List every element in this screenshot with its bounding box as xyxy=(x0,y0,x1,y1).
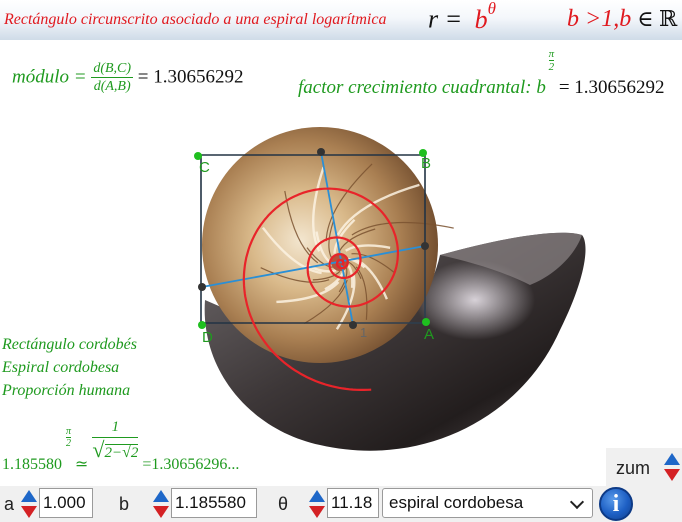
ratio-approx: ≃ xyxy=(75,456,89,473)
ratio-exp-den: 2 xyxy=(66,438,71,449)
label-a: A xyxy=(424,326,434,343)
tangent-point-left[interactable] xyxy=(198,283,206,291)
ratio-fraction: 1 √2−√2 xyxy=(92,417,139,465)
info-icon[interactable]: i xyxy=(599,487,633,521)
chevron-down-icon xyxy=(569,494,585,510)
point-d[interactable] xyxy=(198,321,206,329)
label-c: C xyxy=(199,159,210,176)
curve-select[interactable]: espiral cordobesa xyxy=(382,488,593,518)
note-rectangle: Rectángulo cordobés xyxy=(2,336,137,353)
ratio-base: 1.185580 xyxy=(2,456,62,473)
ratio-numerator: 1 xyxy=(92,417,139,438)
note-spiral: Espiral cordobesa xyxy=(2,359,120,376)
param-theta-label: θ xyxy=(278,494,289,514)
spin-up-icon[interactable] xyxy=(309,490,325,502)
ratio-formula: 1.185580 π 2 ≃ 1 √2−√2 =1.30656296... xyxy=(2,405,239,473)
ratio-den-pre: 2− xyxy=(104,445,123,461)
tangent-point-right[interactable] xyxy=(421,242,429,250)
param-a-input[interactable]: 1.000 xyxy=(39,488,93,518)
tangent-point-bottom[interactable] xyxy=(349,321,357,329)
spin-down-icon[interactable] xyxy=(153,506,169,518)
label-b: B xyxy=(421,155,431,172)
param-b-input[interactable]: 1.185580 xyxy=(171,488,257,518)
note-proportion: Proporción humana xyxy=(2,382,131,399)
ratio-denominator: √2−√2 xyxy=(92,437,139,462)
zoom-label: zum xyxy=(616,458,651,478)
spin-up-icon[interactable] xyxy=(153,490,169,502)
spin-down-icon[interactable] xyxy=(664,469,680,481)
param-a-label: a xyxy=(4,494,15,514)
spin-up-icon[interactable] xyxy=(664,453,680,465)
spin-down-icon[interactable] xyxy=(21,506,37,518)
param-b-label: b xyxy=(119,494,130,514)
ratio-exponent: π 2 xyxy=(66,426,72,449)
param-theta-input[interactable]: 11.18 xyxy=(327,488,379,518)
ratio-value: =1.30656296... xyxy=(142,456,240,473)
tangent-point-top[interactable] xyxy=(317,148,325,156)
label-d: D xyxy=(202,329,213,346)
spin-down-icon[interactable] xyxy=(309,506,325,518)
param-b-spinner[interactable] xyxy=(153,489,169,519)
param-a-spinner[interactable] xyxy=(21,489,37,519)
point-a[interactable] xyxy=(422,318,430,326)
ratio-exp-num: π xyxy=(66,426,72,438)
ratio-den-inner: 2 xyxy=(130,444,139,461)
param-theta-spinner[interactable] xyxy=(309,489,325,519)
zoom-spinner[interactable] xyxy=(664,452,680,482)
label-origin: 1 xyxy=(360,325,367,340)
curve-select-value: espiral cordobesa xyxy=(389,493,524,512)
spin-up-icon[interactable] xyxy=(21,490,37,502)
